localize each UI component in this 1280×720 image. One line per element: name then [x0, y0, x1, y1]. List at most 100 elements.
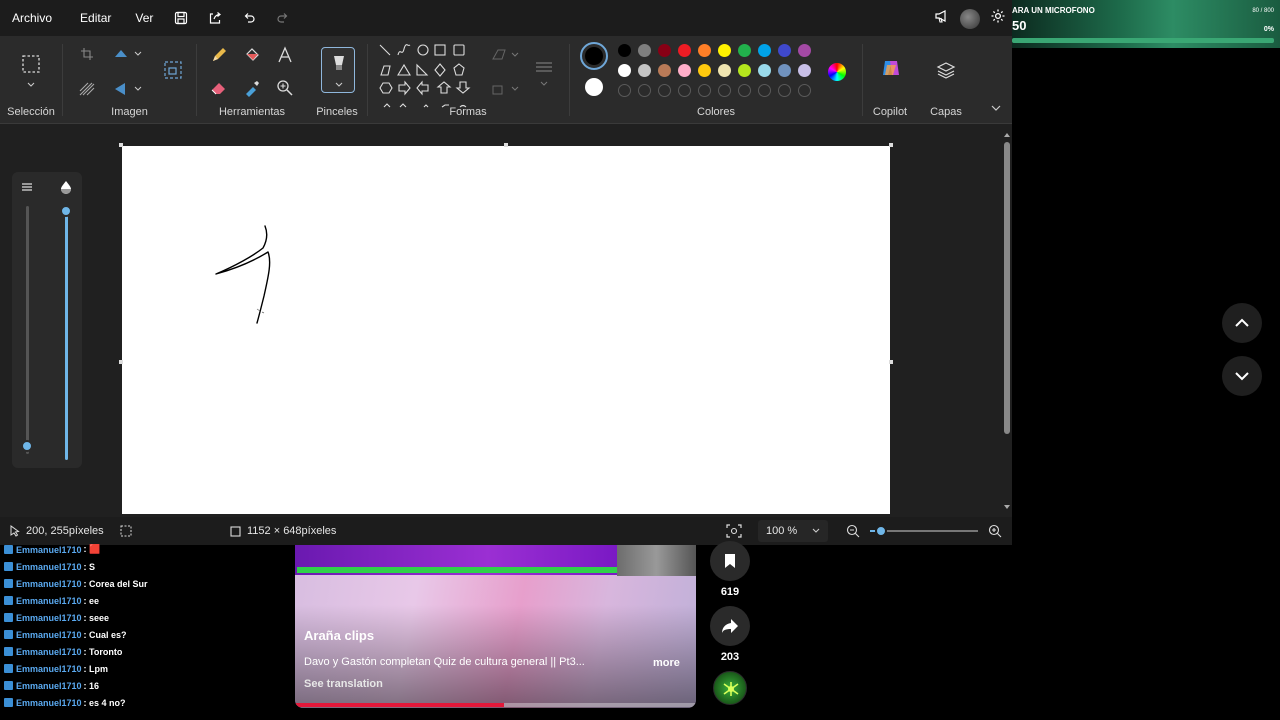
zoom-select[interactable]: 100 % [758, 520, 828, 542]
image-transparency-icon[interactable] [76, 78, 98, 100]
color-swatch[interactable] [618, 64, 631, 77]
size-slider-thumb[interactable] [21, 440, 33, 452]
resize-icon[interactable] [161, 58, 185, 82]
opacity-slider-track[interactable] [65, 206, 68, 460]
custom-color-slot[interactable] [618, 84, 631, 97]
color-swatch[interactable] [798, 44, 811, 57]
color-swatch[interactable] [738, 64, 751, 77]
color-picker-icon[interactable] [241, 77, 263, 99]
zoom-in-icon[interactable] [988, 517, 1002, 545]
redo-icon[interactable] [273, 8, 293, 28]
menu-archivo[interactable]: Archivo [2, 0, 62, 36]
zoom-slider-thumb[interactable] [874, 525, 887, 537]
size-slider-track[interactable] [26, 206, 29, 454]
gear-icon[interactable] [990, 8, 1006, 29]
color-swatch[interactable] [718, 64, 731, 77]
copilot-icon[interactable] [879, 56, 903, 80]
color-swatch[interactable] [658, 64, 671, 77]
chat-username[interactable]: Emmanuel1710 [16, 613, 82, 623]
scroll-thumb[interactable] [1004, 142, 1010, 434]
video-card[interactable]: Araña clips Davo y Gastón completan Quiz… [295, 545, 696, 708]
stroke-size-icon[interactable] [532, 56, 556, 78]
bookmark-button[interactable] [710, 541, 750, 581]
color-swatch[interactable] [758, 64, 771, 77]
chat-username[interactable]: Emmanuel1710 [16, 579, 82, 589]
color-swatch[interactable] [658, 44, 671, 57]
shape-fill-icon[interactable] [488, 78, 522, 100]
ribbon-collapse-icon[interactable] [988, 100, 1004, 116]
avatar[interactable] [960, 8, 980, 29]
fill-bucket-icon[interactable] [241, 44, 263, 66]
chevron-down-icon[interactable] [20, 78, 42, 92]
menu-ver[interactable]: Ver [125, 0, 163, 36]
chat-username[interactable]: Emmanuel1710 [16, 562, 82, 572]
resize-handle[interactable] [889, 360, 893, 364]
share-button[interactable] [710, 606, 750, 646]
color-swatch[interactable] [758, 44, 771, 57]
chevron-down-icon[interactable] [532, 76, 556, 92]
chat-username[interactable]: Emmanuel1710 [16, 630, 82, 640]
channel-avatar[interactable] [713, 671, 747, 705]
announce-icon[interactable] [934, 8, 950, 29]
more-button[interactable]: more [653, 657, 680, 669]
resize-handle[interactable] [504, 143, 508, 147]
chat-username[interactable]: Emmanuel1710 [16, 664, 82, 674]
color-swatch[interactable] [638, 64, 651, 77]
chat-username[interactable]: Emmanuel1710 [16, 681, 82, 691]
shapes-gallery[interactable] [378, 43, 478, 109]
chat-username[interactable]: Emmanuel1710 [16, 698, 82, 708]
zoom-slider-track[interactable] [870, 525, 978, 537]
color-swatch[interactable] [738, 44, 751, 57]
see-translation-link[interactable]: See translation [304, 678, 383, 690]
rotate-icon[interactable] [110, 43, 144, 65]
secondary-color[interactable] [585, 78, 603, 96]
color-swatch[interactable] [638, 44, 651, 57]
flip-icon[interactable] [110, 78, 144, 100]
color-swatch[interactable] [618, 44, 631, 57]
share-action[interactable]: 203 [710, 606, 750, 663]
custom-color-slot[interactable] [698, 84, 711, 97]
save-icon[interactable] [171, 8, 191, 28]
chat-username[interactable]: Emmanuel1710 [16, 596, 82, 606]
pencil-icon[interactable] [208, 44, 230, 66]
zoom-out-icon[interactable] [846, 517, 860, 545]
select-rectangle-icon[interactable] [20, 53, 42, 75]
magnifier-icon[interactable] [274, 77, 296, 99]
custom-color-slot[interactable] [738, 84, 751, 97]
eraser-icon[interactable] [208, 77, 230, 99]
edit-colors-icon[interactable] [828, 63, 846, 81]
shape-outline-icon[interactable] [488, 44, 522, 66]
custom-color-slot[interactable] [638, 84, 651, 97]
custom-color-slot[interactable] [798, 84, 811, 97]
custom-color-slot[interactable] [658, 84, 671, 97]
undo-icon[interactable] [239, 8, 259, 28]
channel-name[interactable]: Araña clips [304, 628, 374, 643]
custom-color-slot[interactable] [758, 84, 771, 97]
text-icon[interactable] [274, 44, 296, 66]
custom-color-slot[interactable] [678, 84, 691, 97]
color-swatch[interactable] [678, 64, 691, 77]
scroll-down-icon[interactable] [1003, 504, 1011, 510]
brush-button[interactable] [321, 47, 355, 93]
color-swatch[interactable] [698, 64, 711, 77]
next-video-button[interactable] [1222, 356, 1262, 396]
opacity-slider-thumb[interactable] [60, 205, 72, 217]
resize-handle[interactable] [889, 143, 893, 147]
resize-handle[interactable] [119, 360, 123, 364]
chat-username[interactable]: Emmanuel1710 [16, 545, 82, 555]
previous-video-button[interactable] [1222, 303, 1262, 343]
share-icon[interactable] [205, 8, 225, 28]
custom-color-slot[interactable] [718, 84, 731, 97]
chat-username[interactable]: Emmanuel1710 [16, 647, 82, 657]
menu-editar[interactable]: Editar [70, 0, 121, 36]
primary-color[interactable] [580, 42, 608, 70]
vertical-scrollbar[interactable] [1003, 132, 1011, 510]
crop-icon[interactable] [76, 43, 98, 65]
color-swatch[interactable] [798, 64, 811, 77]
drawing-canvas[interactable] [122, 146, 890, 514]
save-action[interactable]: 619 [710, 541, 750, 598]
color-swatch[interactable] [698, 44, 711, 57]
video-progress[interactable] [295, 703, 696, 707]
color-swatch[interactable] [778, 44, 791, 57]
custom-color-slot[interactable] [778, 84, 791, 97]
